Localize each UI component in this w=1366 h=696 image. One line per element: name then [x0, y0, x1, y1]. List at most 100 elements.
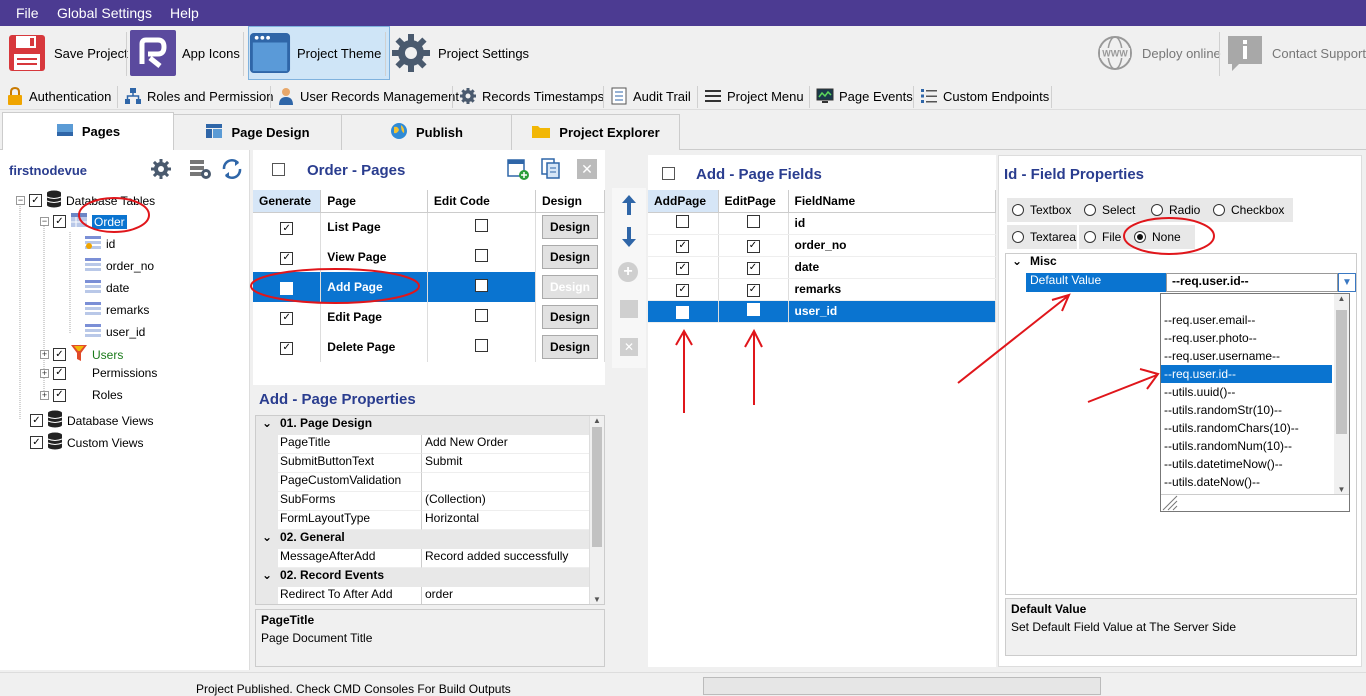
database-settings-icon[interactable]: [188, 158, 212, 183]
property-value[interactable]: (Collection): [422, 492, 589, 511]
tab-project-explorer[interactable]: Project Explorer: [511, 114, 680, 150]
edit-code-checkbox[interactable]: [474, 279, 488, 292]
tree-checkbox[interactable]: ✓: [53, 348, 66, 361]
radio-button-selected[interactable]: [1134, 231, 1146, 243]
custom-endpoints-button[interactable]: Custom Endpoints: [920, 86, 1049, 106]
property-row[interactable]: Redirect To After Add order: [256, 587, 589, 604]
edit-code-checkbox[interactable]: [474, 339, 488, 352]
collapse-chevron-icon[interactable]: ⌄: [1006, 254, 1028, 273]
property-value[interactable]: Horizontal: [422, 511, 589, 530]
radio-button[interactable]: [1012, 231, 1024, 243]
edit-code-checkbox[interactable]: [474, 249, 488, 262]
design-button[interactable]: Design: [541, 275, 598, 299]
authentication-button[interactable]: Authentication: [6, 86, 111, 106]
property-value[interactable]: Add New Order: [422, 435, 589, 454]
col-addpage[interactable]: AddPage: [648, 190, 719, 213]
col-editpage[interactable]: EditPage: [718, 190, 789, 213]
editpage-checkbox[interactable]: [746, 303, 760, 316]
dropdown-option[interactable]: --utils.dateNow()--: [1161, 473, 1332, 491]
tree-table-permissions[interactable]: + ✓ Permissions: [40, 366, 157, 380]
chevron-down-icon[interactable]: ▼: [1338, 273, 1356, 292]
design-button[interactable]: Design: [541, 335, 598, 359]
tree-table-users[interactable]: + ✓ Users: [40, 344, 123, 365]
tree-field-id[interactable]: id: [84, 234, 115, 253]
radio-checkbox[interactable]: Checkbox: [1208, 198, 1293, 222]
generate-checkbox[interactable]: ✓: [280, 311, 294, 325]
dropdown-scrollbar[interactable]: ▲ ▼: [1334, 294, 1349, 494]
radio-button[interactable]: [1084, 231, 1096, 243]
table-row[interactable]: ✓ List Page Design: [253, 212, 606, 242]
collapse-chevron-icon[interactable]: ⌄: [256, 416, 278, 435]
collapse-icon[interactable]: −: [16, 196, 25, 205]
menu-global-settings[interactable]: Global Settings: [57, 5, 152, 21]
delete-page-icon[interactable]: ✕: [577, 159, 597, 179]
dropdown-option[interactable]: --utils.randomChars(10)--: [1161, 419, 1332, 437]
property-value[interactable]: Submit: [422, 454, 589, 473]
tree-field-user-id[interactable]: user_id: [84, 322, 145, 341]
edit-field-icon[interactable]: [620, 300, 638, 318]
radio-button[interactable]: [1012, 204, 1024, 216]
collapse-icon[interactable]: −: [40, 217, 49, 226]
tree-database-tables[interactable]: − ✓ Database Tables: [16, 190, 155, 211]
contact-support-button[interactable]: Contact Support: [1224, 26, 1366, 80]
collapse-chevron-icon[interactable]: ⌄: [256, 568, 278, 587]
tree-field-order-no[interactable]: order_no: [84, 256, 154, 275]
tree-custom-views[interactable]: ✓ Custom Views: [30, 432, 143, 453]
project-settings-button[interactable]: Project Settings: [390, 26, 529, 80]
addpage-checkbox[interactable]: ✓: [676, 283, 690, 297]
property-row[interactable]: Default Value --req.user.id-- ▼: [1006, 273, 1356, 292]
dropdown-option[interactable]: --utils.uuid()--: [1161, 383, 1332, 401]
settings-gear-icon[interactable]: [150, 158, 172, 183]
menu-file[interactable]: File: [16, 5, 39, 21]
property-row[interactable]: PageCustomValidation: [256, 473, 589, 492]
project-menu-button[interactable]: Project Menu: [704, 86, 804, 106]
move-up-arrow-icon[interactable]: [620, 194, 638, 219]
generate-checkbox[interactable]: ✓: [280, 222, 294, 235]
radio-select[interactable]: Select: [1079, 198, 1146, 222]
addpage-checkbox[interactable]: ✓: [676, 305, 690, 319]
table-row[interactable]: ✓ Delete Page Design: [253, 332, 606, 362]
generate-checkbox[interactable]: ✓: [280, 281, 294, 295]
expand-icon[interactable]: +: [40, 390, 49, 400]
table-row[interactable]: ✓ ✓ remarks: [648, 278, 996, 301]
tree-table-order[interactable]: − ✓ Order: [40, 212, 127, 231]
radio-button[interactable]: [1151, 204, 1163, 216]
tree-database-views[interactable]: ✓ Database Views: [30, 410, 154, 431]
col-page[interactable]: Page: [320, 190, 428, 213]
delete-field-icon[interactable]: ✕: [620, 338, 638, 356]
records-timestamps-button[interactable]: Records Timestamps: [459, 86, 604, 106]
resize-grip-icon[interactable]: [1161, 494, 1349, 511]
dropdown-option[interactable]: --utils.datetimeNow()--: [1161, 455, 1332, 473]
save-project-button[interactable]: Save Project: [6, 26, 128, 80]
move-down-arrow-icon[interactable]: [620, 226, 638, 251]
property-category[interactable]: ⌄ 01. Page Design: [256, 416, 589, 435]
property-category[interactable]: ⌄ 02. Record Events: [256, 568, 589, 587]
dropdown-option[interactable]: --req.user.email--: [1161, 311, 1332, 329]
tree-table-roles[interactable]: + ✓ Roles: [40, 388, 123, 402]
tab-publish[interactable]: Publish: [341, 114, 512, 150]
table-row[interactable]: ✓ Edit Page Design: [253, 302, 606, 332]
editpage-checkbox[interactable]: ✓: [746, 283, 760, 297]
table-row[interactable]: ✓ Add Page Design: [253, 272, 606, 302]
radio-file[interactable]: File: [1079, 225, 1129, 249]
tree-checkbox[interactable]: ✓: [30, 436, 43, 449]
dropdown-option[interactable]: --req.user.username--: [1161, 347, 1332, 365]
editpage-checkbox[interactable]: [746, 215, 760, 228]
add-circle-icon[interactable]: +: [618, 262, 638, 282]
property-value[interactable]: Record added successfully: [422, 549, 589, 568]
roles-permission-button[interactable]: Roles and Permission: [124, 86, 273, 106]
col-edit-code[interactable]: Edit Code: [427, 190, 536, 213]
select-all-fields-checkbox[interactable]: [662, 167, 675, 180]
edit-code-checkbox[interactable]: [474, 309, 488, 322]
edit-code-checkbox[interactable]: [474, 219, 488, 233]
tree-checkbox[interactable]: ✓: [30, 414, 43, 427]
table-row[interactable]: ✓ user_id: [648, 300, 996, 323]
property-row[interactable]: MessageAfterAdd Record added successfull…: [256, 549, 589, 568]
vertical-scrollbar[interactable]: ▲ ▼: [589, 416, 604, 604]
dropdown-option[interactable]: --req.user.id--: [1161, 365, 1332, 383]
tree-checkbox[interactable]: ✓: [29, 194, 42, 207]
tree-field-remarks[interactable]: remarks: [84, 300, 149, 319]
menu-help[interactable]: Help: [170, 5, 199, 21]
app-icons-button[interactable]: App Icons: [130, 26, 240, 80]
audit-trail-button[interactable]: Audit Trail: [610, 86, 691, 106]
